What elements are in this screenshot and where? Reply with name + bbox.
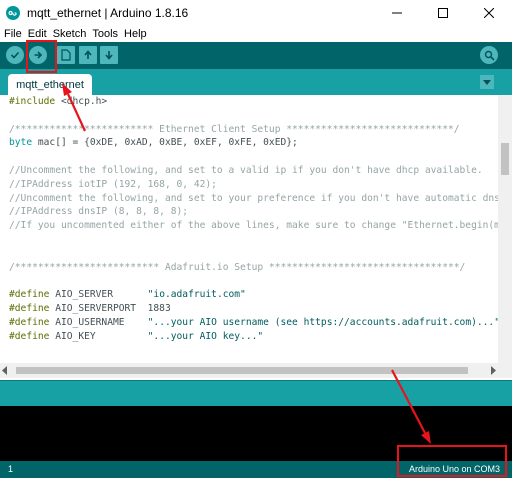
menu-tools[interactable]: Tools xyxy=(92,28,118,40)
code-line: /************************* Adafruit.io S… xyxy=(9,261,498,275)
verify-button[interactable] xyxy=(6,46,24,64)
code-line: #define AIO_USERNAME "...your AIO userna… xyxy=(9,316,498,330)
upload-button[interactable] xyxy=(29,46,47,64)
code-token: /************************ Ethernet Clien… xyxy=(9,123,460,135)
code-token: #define xyxy=(9,330,50,342)
arduino-logo-icon xyxy=(6,6,20,20)
tab-bar: mqtt_ethernet xyxy=(0,69,512,95)
verify-icon xyxy=(10,51,20,59)
window-title: mqtt_ethernet | Arduino 1.8.16 xyxy=(27,6,189,20)
code-line: //If you uncommented either of the above… xyxy=(9,219,498,233)
maximize-icon xyxy=(438,8,448,18)
code-token: mac[] = {0xDE, 0xAD, 0xBE, 0xEF, 0xFE, 0… xyxy=(32,137,298,149)
code-token: AIO_KEY xyxy=(49,330,148,342)
scroll-right-icon[interactable] xyxy=(490,366,496,375)
open-button[interactable] xyxy=(79,46,97,64)
tab-menu-button[interactable] xyxy=(480,75,494,89)
code-text: #include <dhcp.h> /**********************… xyxy=(9,95,498,343)
code-token: #define xyxy=(9,316,50,328)
maximize-button[interactable] xyxy=(420,0,466,26)
menu-help[interactable]: Help xyxy=(124,28,147,40)
line-number: 1 xyxy=(8,464,14,474)
code-editor[interactable]: #include <dhcp.h> /**********************… xyxy=(0,95,512,380)
status-bar: 1 Arduino Uno on COM3 xyxy=(0,461,512,478)
code-line: //Uncomment the following, and set to yo… xyxy=(9,192,498,206)
code-token: "io.adafruit.com" xyxy=(147,289,246,301)
code-line: byte mac[] = {0xDE, 0xAD, 0xBE, 0xEF, 0x… xyxy=(9,136,498,150)
close-button[interactable] xyxy=(466,0,512,26)
vertical-scrollbar[interactable] xyxy=(498,95,512,365)
board-port-info: Arduino Uno on COM3 xyxy=(408,464,500,474)
menu-file[interactable]: File xyxy=(4,28,22,40)
close-icon xyxy=(484,8,494,18)
window-controls xyxy=(374,0,512,26)
menu-bar: File Edit Sketch Tools Help xyxy=(0,26,512,42)
chevron-down-icon xyxy=(483,79,491,85)
save-button[interactable] xyxy=(100,46,118,64)
code-line: #define AIO_KEY "...your AIO key..." xyxy=(9,330,498,344)
code-token: //Uncomment the following, and set to a … xyxy=(9,164,483,176)
tab-mqtt-ethernet[interactable]: mqtt_ethernet xyxy=(8,74,92,95)
code-token: #include xyxy=(9,96,61,107)
magnifier-icon xyxy=(484,50,495,61)
code-line: #include <dhcp.h> xyxy=(9,95,498,109)
horizontal-scrollbar[interactable] xyxy=(0,363,512,378)
code-token: //IPAddress iotIP (192, 168, 0, 42); xyxy=(9,178,217,190)
code-token: AIO_SERVERPORT 1883 xyxy=(49,302,171,314)
code-token: "...your AIO key..." xyxy=(147,330,264,342)
title-bar: mqtt_ethernet | Arduino 1.8.16 xyxy=(0,0,512,26)
code-line: //IPAddress iotIP (192, 168, 0, 42); xyxy=(9,178,498,192)
code-token: byte xyxy=(9,137,33,149)
minimize-button[interactable] xyxy=(374,0,420,26)
open-icon xyxy=(84,50,92,59)
serial-monitor-button[interactable] xyxy=(480,46,498,64)
save-icon xyxy=(105,51,113,60)
code-token: AIO_USERNAME xyxy=(49,316,148,328)
code-token: //IPAddress dnsIP (8, 8, 8, 8); xyxy=(9,206,189,218)
code-token: #define xyxy=(9,289,50,301)
code-line: #define AIO_SERVERPORT 1883 xyxy=(9,302,498,316)
code-line: #define AIO_SERVER "io.adafruit.com" xyxy=(9,288,498,302)
code-token: #define xyxy=(9,302,50,314)
menu-edit[interactable]: Edit xyxy=(28,28,47,40)
upload-icon xyxy=(34,51,43,59)
code-token: <dhcp.h> xyxy=(60,96,108,107)
new-icon xyxy=(61,49,71,61)
code-token: /************************* Adafruit.io S… xyxy=(9,261,466,273)
code-line: //IPAddress dnsIP (8, 8, 8, 8); xyxy=(9,205,498,219)
code-token: AIO_SERVER xyxy=(49,289,148,301)
toolbar xyxy=(0,42,512,69)
code-token: "...your AIO username (see https://accou… xyxy=(147,316,498,328)
minimize-icon xyxy=(392,12,402,14)
code-token: //If you uncommented either of the above… xyxy=(9,220,498,232)
scroll-left-icon[interactable] xyxy=(2,366,8,375)
vertical-scroll-thumb[interactable] xyxy=(501,143,509,175)
code-token: //Uncomment the following, and set to yo… xyxy=(9,192,498,204)
menu-sketch[interactable]: Sketch xyxy=(53,28,87,40)
message-area xyxy=(0,380,512,406)
code-line: //Uncomment the following, and set to a … xyxy=(9,164,498,178)
code-line: /************************ Ethernet Clien… xyxy=(9,123,498,137)
horizontal-scroll-thumb[interactable] xyxy=(16,367,468,374)
new-button[interactable] xyxy=(57,46,75,64)
console-output[interactable] xyxy=(0,406,512,461)
